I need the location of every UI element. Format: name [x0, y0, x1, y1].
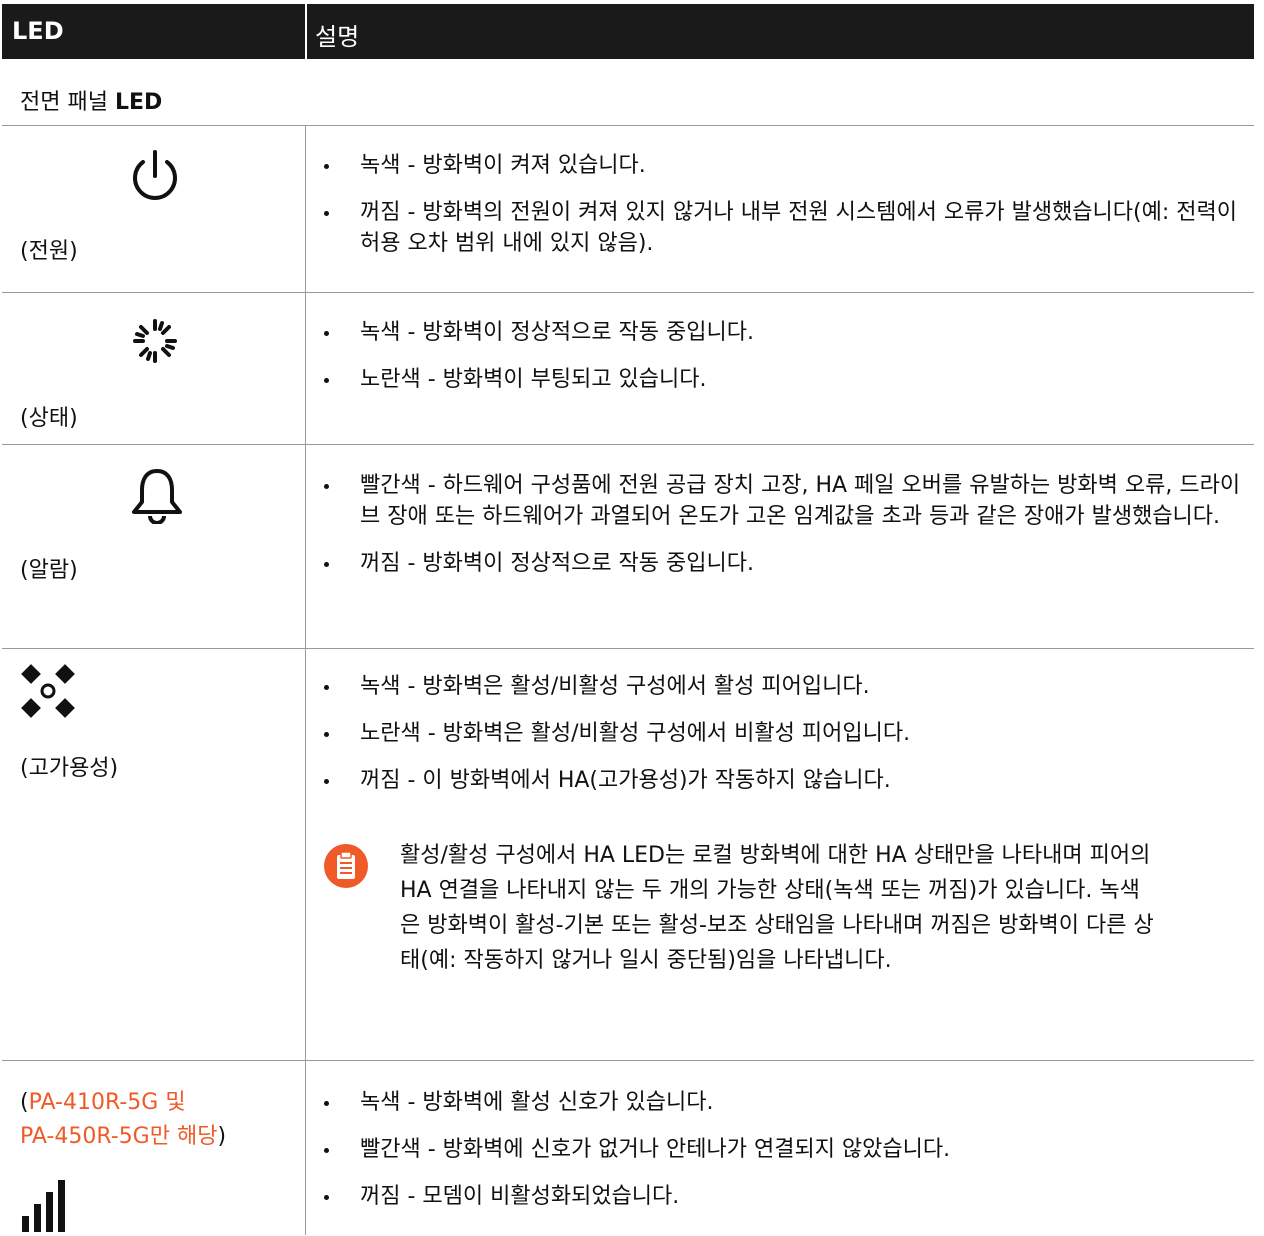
alarm-description-list: 빨간색 - 하드웨어 구성품에 전원 공급 장치 고장, HA 페일 오버를 유…	[318, 470, 1248, 595]
list-item: 녹색 - 방화벽에 활성 신호가 있습니다.	[318, 1087, 1248, 1118]
status-sparkle-icon	[132, 318, 178, 368]
section-title-prefix: 전면 패널	[20, 90, 115, 115]
list-item: 노란색 - 방화벽이 부팅되고 있습니다.	[318, 364, 1248, 395]
column-divider	[305, 125, 306, 1235]
ha-description-list: 녹색 - 방화벽은 활성/비활성 구성에서 활성 피어입니다. 노란색 - 방화…	[318, 671, 1248, 812]
list-item: 꺼짐 - 이 방화벽에서 HA(고가용성)가 작동하지 않습니다.	[318, 765, 1248, 796]
list-item: 꺼짐 - 방화벽이 정상적으로 작동 중입니다.	[318, 548, 1248, 579]
bell-icon	[130, 466, 184, 528]
signal-bars-icon	[20, 1180, 76, 1236]
divider	[2, 648, 1254, 649]
power-icon	[126, 148, 184, 210]
note-clipboard-icon	[323, 843, 369, 889]
paren-close: )	[217, 1124, 227, 1149]
divider	[2, 1060, 1254, 1061]
ha-note-text: 활성/활성 구성에서 HA LED는 로컬 방화벽에 대한 HA 상태만을 나타…	[400, 843, 1154, 973]
led-label-status: (상태)	[20, 406, 78, 431]
ha-diamonds-icon	[20, 663, 76, 723]
power-description-list: 녹색 - 방화벽이 켜져 있습니다. 꺼짐 - 방화벽의 전원이 켜져 있지 않…	[318, 150, 1248, 275]
section-title: 전면 패널 LED	[20, 84, 162, 116]
list-item: 꺼짐 - 모뎀이 비활성화되었습니다.	[318, 1181, 1248, 1212]
led-label-alarm: (알람)	[20, 558, 78, 583]
model-link-pa-450r-5g[interactable]: PA-450R-5G	[20, 1124, 150, 1149]
list-item: 노란색 - 방화벽은 활성/비활성 구성에서 비활성 피어입니다.	[318, 718, 1248, 749]
list-item: 녹색 - 방화벽이 켜져 있습니다.	[318, 150, 1248, 181]
5g-description-list: 녹색 - 방화벽에 활성 신호가 있습니다. 빨간색 - 방화벽에 신호가 없거…	[318, 1087, 1248, 1228]
list-item: 빨간색 - 방화벽에 신호가 없거나 안테나가 연결되지 않았습니다.	[318, 1134, 1248, 1165]
model-only-text: 만 해당	[149, 1124, 218, 1149]
section-title-bold: LED	[114, 90, 163, 115]
divider	[2, 292, 1254, 293]
header-description: 설명	[315, 23, 360, 51]
table-header: LED 설명	[2, 4, 1254, 59]
led-label-power: (전원)	[20, 239, 78, 264]
divider	[2, 444, 1254, 445]
list-item: 녹색 - 방화벽은 활성/비활성 구성에서 활성 피어입니다.	[318, 671, 1248, 702]
list-item: 녹색 - 방화벽이 정상적으로 작동 중입니다.	[318, 317, 1248, 348]
status-description-list: 녹색 - 방화벽이 정상적으로 작동 중입니다. 노란색 - 방화벽이 부팅되고…	[318, 317, 1248, 411]
model-link-pa-410r-5g[interactable]: PA-410R-5G	[29, 1090, 159, 1115]
header-divider	[305, 4, 307, 59]
header-led: LED	[12, 17, 64, 45]
divider	[2, 125, 1254, 126]
list-item: 빨간색 - 하드웨어 구성품에 전원 공급 장치 고장, HA 페일 오버를 유…	[318, 470, 1248, 532]
model-and-text: 및	[158, 1090, 186, 1115]
led-label-ha: (고가용성)	[20, 756, 119, 781]
list-item: 꺼짐 - 방화벽의 전원이 켜져 있지 않거나 내부 전원 시스템에서 오류가 …	[318, 197, 1248, 259]
led-label-5g-models: (PA-410R-5G 및 PA-450R-5G만 해당)	[20, 1086, 226, 1154]
paren-open: (	[20, 1090, 29, 1115]
